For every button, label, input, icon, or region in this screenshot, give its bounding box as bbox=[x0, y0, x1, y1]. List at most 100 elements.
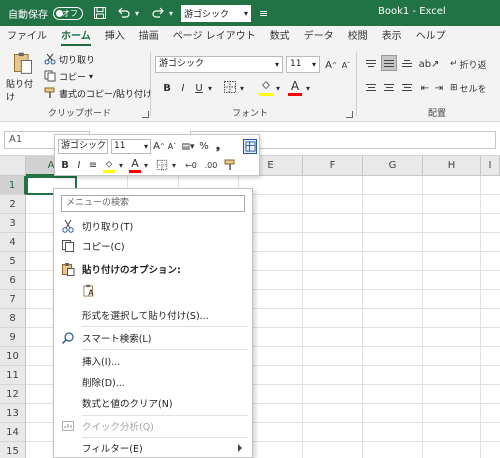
menu-item-clear-contents[interactable]: 数式と値のクリア(N) bbox=[54, 393, 252, 413]
wrap-text-button[interactable]: ↵ 折り返 bbox=[450, 56, 500, 72]
menu-separator bbox=[82, 349, 248, 350]
row-header[interactable]: 4 bbox=[0, 233, 26, 252]
row-header[interactable]: 3 bbox=[0, 214, 26, 233]
paste-button[interactable]: 貼り付け bbox=[6, 51, 40, 103]
mini-borders-icon[interactable] bbox=[155, 157, 169, 172]
menu-paste-option-default[interactable]: A bbox=[54, 281, 252, 305]
tab-view[interactable]: 表示 bbox=[375, 26, 409, 48]
shrink-font-icon[interactable]: Aˇ bbox=[166, 139, 178, 154]
column-header[interactable]: I bbox=[481, 156, 500, 176]
column-header[interactable]: H bbox=[423, 156, 481, 176]
chevron-down-icon[interactable]: ▾ bbox=[142, 158, 150, 173]
row-header[interactable]: 8 bbox=[0, 309, 26, 328]
tab-insert[interactable]: 挿入 bbox=[98, 26, 132, 48]
row-header[interactable]: 14 bbox=[0, 423, 26, 442]
mini-font-size-combo[interactable]: 11 ▾ bbox=[111, 139, 151, 154]
accounting-format-icon[interactable]: ▤▾ bbox=[180, 139, 196, 154]
percent-button[interactable]: % bbox=[198, 139, 210, 154]
row-header[interactable]: 13 bbox=[0, 404, 26, 423]
underline-button[interactable]: U bbox=[192, 80, 206, 96]
menu-search-input[interactable]: メニューの検索 bbox=[61, 195, 245, 212]
font-size-combo[interactable]: 11 ▾ bbox=[286, 56, 320, 73]
mini-format-painter-icon[interactable] bbox=[223, 157, 237, 172]
chevron-down-icon[interactable]: ▾ bbox=[89, 72, 93, 81]
row-header[interactable]: 15 bbox=[0, 442, 26, 458]
align-left-icon[interactable] bbox=[364, 80, 378, 94]
menu-item-insert[interactable]: 挿入(I)... bbox=[54, 351, 252, 371]
mini-bold-button[interactable]: B bbox=[59, 158, 71, 173]
select-all-corner[interactable] bbox=[0, 156, 26, 176]
menu-item-filter[interactable]: フィルター(E) bbox=[54, 438, 252, 458]
customize-qat-icon[interactable]: ≡ bbox=[259, 7, 268, 20]
menu-item-cut[interactable]: 切り取り(T) bbox=[54, 216, 252, 236]
row-header[interactable]: 1 bbox=[0, 176, 26, 195]
tab-review[interactable]: 校閲 bbox=[341, 26, 375, 48]
qat-font-combo[interactable]: 游ゴシック ▾ bbox=[181, 4, 251, 22]
shrink-font-icon[interactable]: Aˇ bbox=[339, 57, 353, 73]
autosave-toggle[interactable]: オフ bbox=[53, 6, 83, 20]
mini-italic-button[interactable]: I bbox=[73, 158, 85, 173]
row-header[interactable]: 9 bbox=[0, 328, 26, 347]
top-align-icon[interactable] bbox=[364, 56, 378, 70]
chevron-down-icon[interactable]: ▾ bbox=[170, 158, 178, 173]
row-header[interactable]: 12 bbox=[0, 385, 26, 404]
row-header[interactable]: 11 bbox=[0, 366, 26, 385]
row-header[interactable]: 5 bbox=[0, 252, 26, 271]
column-header[interactable]: F bbox=[303, 156, 363, 176]
mini-font-name-combo[interactable]: 游ゴシック bbox=[58, 139, 108, 154]
mini-center-align-icon[interactable]: ≡ bbox=[87, 158, 99, 173]
menu-item-paste-special[interactable]: 形式を選択して貼り付け(S)... bbox=[54, 305, 252, 325]
chevron-down-icon[interactable]: ▾ bbox=[304, 80, 312, 96]
clipboard-launcher-icon[interactable] bbox=[142, 111, 149, 118]
comma-style-button[interactable]: ❟ bbox=[212, 139, 224, 154]
align-right-icon[interactable] bbox=[400, 80, 414, 94]
fill-color-icon[interactable] bbox=[258, 78, 274, 94]
grow-font-icon[interactable]: A ^ bbox=[153, 139, 165, 154]
chevron-down-icon[interactable]: ▾ bbox=[238, 80, 246, 96]
bottom-align-icon[interactable] bbox=[400, 56, 414, 70]
align-center-icon[interactable] bbox=[382, 80, 396, 94]
italic-button[interactable]: I bbox=[176, 80, 190, 96]
orientation-icon[interactable]: ab↗ bbox=[419, 56, 440, 72]
chevron-down-icon[interactable]: ▾ bbox=[167, 6, 175, 20]
middle-align-icon[interactable] bbox=[381, 55, 397, 71]
increase-indent-icon[interactable]: ⇥ bbox=[432, 80, 446, 96]
redo-icon[interactable] bbox=[151, 6, 165, 20]
font-name-combo[interactable]: 游ゴシック ▾ bbox=[155, 56, 283, 73]
tab-home[interactable]: ホーム bbox=[54, 26, 98, 48]
font-launcher-icon[interactable] bbox=[346, 111, 353, 118]
chevron-down-icon[interactable]: ▾ bbox=[133, 6, 141, 20]
mini-font-color-icon[interactable]: A bbox=[129, 156, 141, 171]
format-painter-button[interactable]: 書式のコピー/貼り付け bbox=[44, 86, 152, 100]
borders-icon[interactable] bbox=[222, 79, 238, 95]
format-cells-icon[interactable] bbox=[243, 139, 257, 154]
column-header[interactable]: G bbox=[363, 156, 423, 176]
row-header[interactable]: 7 bbox=[0, 290, 26, 309]
chevron-down-icon[interactable]: ▾ bbox=[117, 158, 125, 173]
row-header[interactable]: 2 bbox=[0, 195, 26, 214]
merge-center-button[interactable]: ⊞ セルを bbox=[450, 80, 500, 96]
tab-draw[interactable]: 描画 bbox=[132, 26, 166, 48]
decrease-decimal-icon[interactable]: .00 bbox=[202, 158, 220, 173]
menu-item-copy[interactable]: コピー(C) bbox=[54, 236, 252, 256]
tab-data[interactable]: データ bbox=[297, 26, 341, 48]
save-icon[interactable] bbox=[93, 6, 107, 20]
font-color-icon[interactable]: A bbox=[288, 78, 302, 94]
decrease-indent-icon[interactable]: ⇤ bbox=[418, 80, 432, 96]
tab-help[interactable]: ヘルプ bbox=[409, 26, 453, 48]
grow-font-icon[interactable]: A ^ bbox=[324, 57, 338, 73]
chevron-down-icon[interactable]: ▾ bbox=[206, 80, 214, 96]
increase-decimal-icon[interactable]: ←0 bbox=[182, 158, 200, 173]
menu-item-delete[interactable]: 削除(D)... bbox=[54, 372, 252, 392]
copy-button[interactable]: コピー ▾ bbox=[44, 69, 93, 83]
row-header[interactable]: 6 bbox=[0, 271, 26, 290]
chevron-down-icon[interactable]: ▾ bbox=[274, 80, 282, 96]
tab-page-layout[interactable]: ページ レイアウト bbox=[166, 26, 263, 48]
tab-formulas[interactable]: 数式 bbox=[263, 26, 297, 48]
row-header[interactable]: 10 bbox=[0, 347, 26, 366]
undo-icon[interactable] bbox=[117, 6, 131, 20]
cut-button[interactable]: 切り取り bbox=[44, 52, 95, 66]
tab-file[interactable]: ファイル bbox=[0, 26, 54, 48]
menu-item-smart-lookup[interactable]: スマート検索(L) bbox=[54, 328, 252, 348]
bold-button[interactable]: B bbox=[160, 80, 174, 96]
